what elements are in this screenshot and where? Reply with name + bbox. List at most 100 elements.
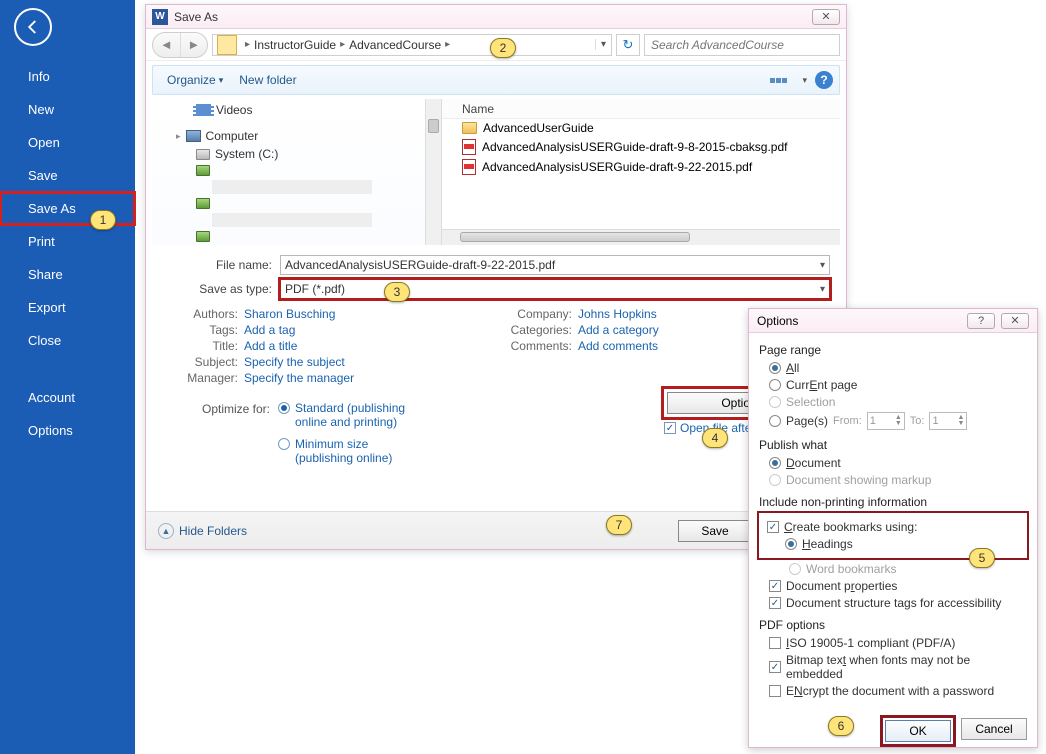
column-header-name[interactable]: Name <box>442 99 840 119</box>
page-to-spinner[interactable]: 1▲▼ <box>929 412 967 430</box>
sidebar-item-new[interactable]: New <box>0 93 135 126</box>
sidebar-item-share[interactable]: Share <box>0 258 135 291</box>
file-name-input[interactable]: AdvancedAnalysisUSERGuide-draft-9-22-201… <box>280 255 830 275</box>
options-close-button[interactable]: ✕ <box>1001 313 1029 329</box>
sidebar-item-info[interactable]: Info <box>0 60 135 93</box>
tree-drive[interactable] <box>152 163 441 178</box>
publish-document-radio[interactable]: Document <box>769 456 1027 470</box>
pdf-options-section: PDF options ISO 19005-1 compliant (PDF/A… <box>759 618 1027 698</box>
folder-icon <box>462 122 477 134</box>
options-dialog: Options ? ✕ Page range All CurrEnt page … <box>748 308 1038 748</box>
dialog-title: Save As <box>174 10 812 24</box>
options-help-button[interactable]: ? <box>967 313 995 329</box>
manager-field[interactable]: Specify the manager <box>244 371 354 385</box>
callout-1: 1 <box>90 210 116 230</box>
comments-field[interactable]: Add comments <box>578 339 658 353</box>
sidebar-item-options[interactable]: Options <box>0 414 135 447</box>
nav-back-forward[interactable]: ◄► <box>152 32 208 58</box>
tree-scrollbar[interactable] <box>425 99 441 245</box>
options-title: Options <box>757 314 798 328</box>
categories-field[interactable]: Add a category <box>578 323 659 337</box>
tree-computer[interactable]: ▸Computer <box>152 127 441 145</box>
titlebar: W Save As ✕ <box>146 5 846 29</box>
list-item[interactable]: AdvancedAnalysisUSERGuide-draft-9-8-2015… <box>442 137 840 157</box>
file-browser: Videos ▸Computer System (C:) Name Advanc… <box>152 99 840 245</box>
backstage-sidebar: Info New Open Save Save As Print Share E… <box>0 0 135 754</box>
new-folder-button[interactable]: New folder <box>231 73 304 87</box>
title-field[interactable]: Add a title <box>244 339 297 353</box>
disk-icon <box>196 149 210 160</box>
video-icon <box>196 104 211 116</box>
help-icon[interactable]: ? <box>815 71 833 89</box>
sidebar-item-open[interactable]: Open <box>0 126 135 159</box>
page-range-current-radio[interactable]: CurrEnt page <box>769 378 1027 392</box>
callout-2: 2 <box>490 38 516 58</box>
callout-7: 7 <box>606 515 632 535</box>
publish-markup-radio: Document showing markup <box>769 473 1027 487</box>
save-as-dialog: W Save As ✕ ◄► ▸ InstructorGuide ▸ Advan… <box>145 4 847 550</box>
structure-tags-checkbox[interactable]: ✓Document structure tags for accessibili… <box>769 596 1027 610</box>
hide-folders-button[interactable]: ▲Hide Folders <box>158 523 247 539</box>
categories-label: Categories: <box>496 323 572 337</box>
tree-system-c[interactable]: System (C:) <box>152 145 441 163</box>
ok-highlight: OK <box>883 718 953 744</box>
options-cancel-button[interactable]: Cancel <box>961 718 1027 740</box>
sidebar-item-close[interactable]: Close <box>0 324 135 357</box>
page-from-spinner[interactable]: 1▲▼ <box>867 412 905 430</box>
refresh-button[interactable]: ↻ <box>616 34 640 56</box>
sidebar-item-account[interactable]: Account <box>0 381 135 414</box>
file-name-label: File name: <box>162 258 272 272</box>
create-bookmarks-checkbox[interactable]: ✓Create bookmarks using: <box>767 520 1023 534</box>
network-drive-icon <box>196 198 210 209</box>
sidebar-item-save[interactable]: Save <box>0 159 135 192</box>
encrypt-checkbox[interactable]: ENcrypt the document with a password <box>769 684 1027 698</box>
view-button[interactable] <box>770 72 794 88</box>
options-footer: OK Cancel <box>749 712 1037 750</box>
manager-label: Manager: <box>162 371 238 385</box>
folder-tree[interactable]: Videos ▸Computer System (C:) <box>152 99 442 245</box>
breadcrumb-dropdown[interactable]: ▾ <box>595 39 611 50</box>
redacted-drive <box>212 180 372 194</box>
file-list: Name AdvancedUserGuide AdvancedAnalysisU… <box>442 99 840 245</box>
save-button[interactable]: Save <box>678 520 752 542</box>
search-input[interactable] <box>644 34 840 56</box>
ok-button[interactable]: OK <box>885 720 951 742</box>
breadcrumb-part[interactable]: InstructorGuide <box>254 38 336 52</box>
options-titlebar: Options ? ✕ <box>749 309 1037 333</box>
bitmap-text-checkbox[interactable]: ✓Bitmap text when fonts may not be embed… <box>769 653 1027 681</box>
company-field[interactable]: Johns Hopkins <box>578 307 657 321</box>
back-button[interactable] <box>14 8 52 46</box>
optimize-standard-radio[interactable]: Standard (publishing online and printing… <box>278 401 425 429</box>
list-item[interactable]: AdvancedAnalysisUSERGuide-draft-9-22-201… <box>442 157 840 177</box>
page-range-pages-radio[interactable] <box>769 415 781 427</box>
tags-label: Tags: <box>162 323 238 337</box>
toolbar: Organize ▾ New folder ▾ ? <box>152 65 840 95</box>
tree-drive[interactable] <box>152 229 441 244</box>
save-form: File name: AdvancedAnalysisUSERGuide-dra… <box>162 255 830 473</box>
authors-field[interactable]: Sharon Busching <box>244 307 335 321</box>
tree-drive[interactable] <box>152 196 441 211</box>
sidebar-item-print[interactable]: Print <box>0 225 135 258</box>
page-range-all-radio[interactable]: All <box>769 361 1027 375</box>
sidebar-item-export[interactable]: Export <box>0 291 135 324</box>
file-scrollbar-h[interactable] <box>442 229 840 245</box>
breadcrumb-part[interactable]: AdvancedCourse <box>349 38 441 52</box>
organize-button[interactable]: Organize ▾ <box>159 73 231 87</box>
network-drive-icon <box>196 165 210 176</box>
pdf-icon <box>462 159 476 175</box>
page-range-selection-radio: Selection <box>769 395 1027 409</box>
list-item[interactable]: AdvancedUserGuide <box>442 119 840 137</box>
callout-5: 5 <box>969 548 995 568</box>
callout-6: 6 <box>828 716 854 736</box>
save-type-dropdown[interactable]: PDF (*.pdf)▾ <box>280 279 830 299</box>
breadcrumb[interactable]: ▸ InstructorGuide ▸ AdvancedCourse ▸ ▾ <box>212 34 612 56</box>
subject-label: Subject: <box>162 355 238 369</box>
tree-videos[interactable]: Videos <box>152 101 441 119</box>
title-label: Title: <box>162 339 238 353</box>
subject-field[interactable]: Specify the subject <box>244 355 345 369</box>
optimize-minimum-radio[interactable]: Minimum size (publishing online) <box>278 437 425 465</box>
tags-field[interactable]: Add a tag <box>244 323 295 337</box>
doc-properties-checkbox[interactable]: ✓Document properties <box>769 579 1027 593</box>
close-button[interactable]: ✕ <box>812 9 840 25</box>
iso-checkbox[interactable]: ISO 19005-1 compliant (PDF/A) <box>769 636 1027 650</box>
